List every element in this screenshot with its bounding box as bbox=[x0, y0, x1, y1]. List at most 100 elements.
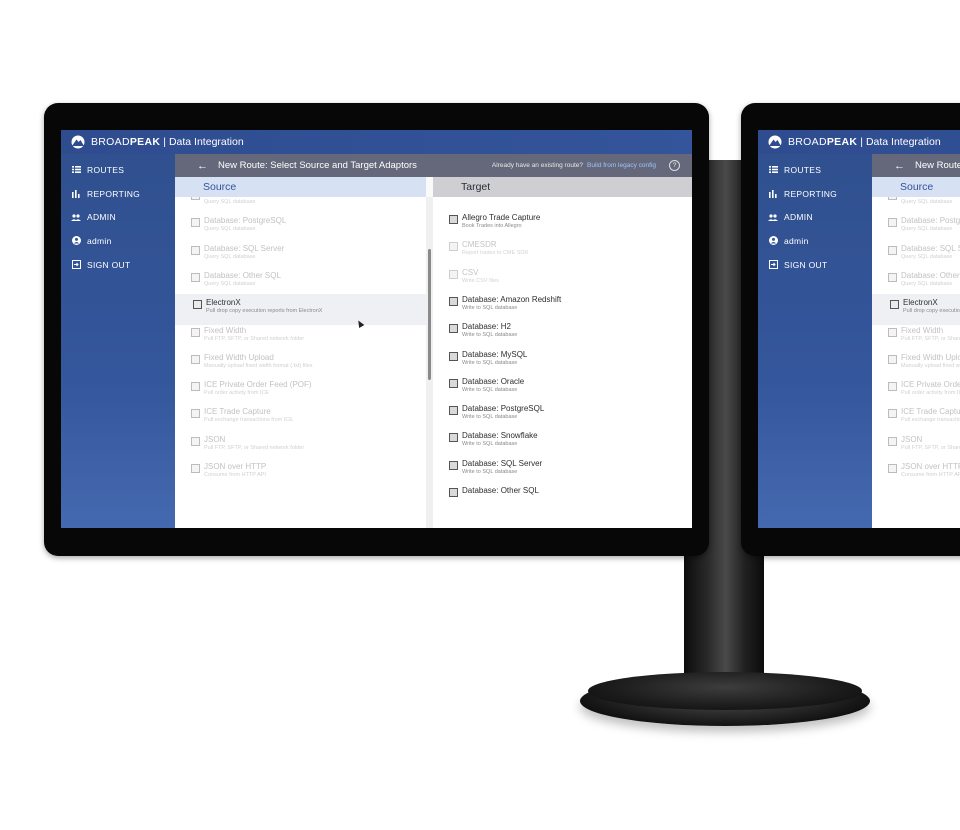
back-arrow-icon[interactable]: ← bbox=[894, 160, 905, 172]
checkbox[interactable] bbox=[191, 197, 200, 200]
source-adaptor-item[interactable]: ElectronXPull drop copy execution report… bbox=[872, 294, 960, 326]
user-circle-icon bbox=[766, 236, 780, 246]
checkbox[interactable] bbox=[449, 269, 458, 279]
source-scrollbar[interactable] bbox=[428, 249, 431, 380]
checkbox[interactable] bbox=[191, 436, 200, 446]
target-adaptor-item[interactable]: CMESDR Report trades to CME SDR bbox=[449, 240, 692, 264]
source-adaptor-item[interactable]: Database: PostgreSQLQuery SQL database bbox=[888, 216, 960, 240]
checkbox[interactable] bbox=[888, 409, 897, 419]
checkbox[interactable] bbox=[888, 197, 897, 200]
source-adaptor-item[interactable]: JSONPull FTP, SFTP, or Shared network fo… bbox=[888, 435, 960, 459]
target-column-header: Target bbox=[433, 177, 692, 197]
sidebar-item-admin[interactable]: ADMIN bbox=[758, 205, 872, 229]
checkbox[interactable] bbox=[191, 272, 200, 282]
checkbox[interactable] bbox=[191, 409, 200, 419]
source-list[interactable]: Database: OracleQuery SQL database Databa… bbox=[872, 197, 960, 528]
checkbox[interactable] bbox=[888, 382, 897, 392]
target-adaptor-item[interactable]: Database: PostgreSQL Write to SQL databas… bbox=[449, 404, 692, 428]
app-screen: BROADPEAK | Data Integration ROUTES REPO… bbox=[61, 130, 692, 528]
sidebar-item-label: REPORTING bbox=[87, 188, 141, 199]
checkbox[interactable] bbox=[191, 382, 200, 392]
source-adaptor-item[interactable]: Fixed Width UploadManually upload fixed … bbox=[191, 353, 426, 377]
target-adaptor-item[interactable]: Database: Oracle Write to SQL database bbox=[449, 377, 692, 401]
checkbox[interactable] bbox=[888, 218, 897, 228]
checkbox[interactable] bbox=[193, 300, 202, 310]
source-list[interactable]: Database: OracleQuery SQL database Databa… bbox=[175, 197, 426, 528]
source-adaptor-item[interactable]: ElectronXPull drop copy execution report… bbox=[175, 294, 426, 326]
adaptor-title: ICE Private Order Feed (POF) bbox=[204, 380, 312, 390]
adaptor-subtitle: Query SQL database bbox=[901, 226, 953, 233]
checkbox[interactable] bbox=[449, 351, 458, 361]
checkbox[interactable] bbox=[191, 464, 200, 473]
help-icon[interactable]: ? bbox=[669, 160, 680, 171]
sidebar-item-routes[interactable]: ROUTES bbox=[758, 158, 872, 182]
source-adaptor-item[interactable]: JSON over HTTP Consume from HTTP API bbox=[191, 462, 426, 486]
target-adaptor-item[interactable]: Database: Other SQL bbox=[449, 486, 692, 510]
source-adaptor-item[interactable]: Database: SQL ServerQuery SQL database bbox=[191, 244, 426, 268]
checkbox[interactable] bbox=[191, 354, 200, 364]
sidebar-item-reporting[interactable]: REPORTING bbox=[758, 182, 872, 206]
source-adaptor-item[interactable]: ICE Trade CapturePull exchange transacti… bbox=[888, 407, 960, 431]
checkbox[interactable] bbox=[888, 464, 897, 473]
adaptor-subtitle: Query SQL database bbox=[901, 199, 953, 205]
brand-separator: | bbox=[860, 136, 863, 148]
checkbox[interactable] bbox=[449, 215, 458, 224]
target-adaptor-item[interactable]: Database: Amazon Redshift Write to SQL da… bbox=[449, 295, 692, 319]
checkbox[interactable] bbox=[449, 378, 458, 388]
mountain-logo-icon bbox=[766, 135, 784, 149]
checkbox[interactable] bbox=[191, 218, 200, 228]
adaptor-subtitle: Query SQL database bbox=[204, 280, 256, 287]
source-adaptor-item[interactable]: ICE Private Order Feed (POF)Pull order a… bbox=[888, 380, 960, 404]
checkbox[interactable] bbox=[888, 245, 897, 255]
checkbox[interactable] bbox=[449, 296, 458, 306]
adaptor-subtitle: Write to SQL database bbox=[462, 359, 518, 366]
source-adaptor-item[interactable]: JSON over HTTP Consume from HTTP API bbox=[888, 462, 960, 486]
target-adaptor-item[interactable]: CSV Write CSV files bbox=[449, 268, 692, 292]
sidebar-item-routes[interactable]: ROUTES bbox=[61, 158, 175, 182]
target-adaptor-item[interactable]: Database: MySQL Write to SQL database bbox=[449, 350, 692, 374]
source-adaptor-item[interactable]: ICE Private Order Feed (POF)Pull order a… bbox=[191, 380, 426, 404]
source-adaptor-item[interactable]: JSONPull FTP, SFTP, or Shared network fo… bbox=[191, 435, 426, 459]
checkbox[interactable] bbox=[449, 433, 458, 443]
checkbox[interactable] bbox=[449, 460, 458, 470]
checkbox[interactable] bbox=[191, 245, 200, 255]
source-adaptor-item[interactable]: Database: Other SQLQuery SQL database bbox=[888, 271, 960, 295]
back-arrow-icon[interactable]: ← bbox=[197, 160, 208, 172]
source-adaptor-item[interactable]: Fixed WidthPull FTP, SFTP, or Shared net… bbox=[191, 326, 426, 350]
target-adaptor-item[interactable]: Allegro Trade Capture Book Trades into Al… bbox=[449, 213, 692, 237]
target-adaptor-item[interactable]: Database: H2 Write to SQL database bbox=[449, 322, 692, 346]
brand-name: BROADPEAK bbox=[91, 136, 161, 148]
sidebar-item-sign-out[interactable]: SIGN OUT bbox=[758, 253, 872, 277]
source-adaptor-item[interactable]: Fixed WidthPull FTP, SFTP, or Shared net… bbox=[888, 326, 960, 350]
sidebar-item-reporting[interactable]: REPORTING bbox=[61, 182, 175, 206]
sidebar-item-admin[interactable]: ADMIN bbox=[61, 205, 175, 229]
source-adaptor-item[interactable]: Database: OracleQuery SQL database bbox=[191, 197, 426, 213]
checkbox[interactable] bbox=[888, 272, 897, 282]
checkbox[interactable] bbox=[449, 406, 458, 416]
adaptor-title: Database: PostgreSQL bbox=[901, 216, 960, 226]
source-adaptor-item[interactable]: Database: OracleQuery SQL database bbox=[888, 197, 960, 213]
source-adaptor-item[interactable]: Fixed Width UploadManually upload fixed … bbox=[888, 353, 960, 377]
target-list[interactable]: Allegro Trade Capture Book Trades into Al… bbox=[433, 197, 692, 528]
checkbox[interactable] bbox=[890, 300, 899, 310]
adaptor-subtitle: Write to SQL database bbox=[462, 386, 518, 393]
checkbox[interactable] bbox=[888, 327, 897, 337]
target-adaptor-item[interactable]: Database: SQL Server Write to SQL databas… bbox=[449, 459, 692, 483]
checkbox[interactable] bbox=[888, 354, 897, 364]
sidebar-item-user[interactable]: admin bbox=[61, 229, 175, 253]
users-icon bbox=[69, 214, 83, 221]
source-adaptor-item[interactable]: ICE Trade CapturePull exchange transacti… bbox=[191, 407, 426, 431]
sidebar-item-sign-out[interactable]: SIGN OUT bbox=[61, 253, 175, 277]
source-adaptor-item[interactable]: Database: PostgreSQLQuery SQL database bbox=[191, 216, 426, 240]
target-adaptor-item[interactable]: Database: Snowflake Write to SQL database bbox=[449, 431, 692, 455]
checkbox[interactable] bbox=[449, 324, 458, 334]
checkbox[interactable] bbox=[888, 436, 897, 446]
checkbox[interactable] bbox=[449, 242, 458, 252]
checkbox[interactable] bbox=[449, 488, 458, 497]
build-from-legacy-config-link[interactable]: Build from legacy config bbox=[587, 162, 656, 169]
source-adaptor-item[interactable]: Database: SQL ServerQuery SQL database bbox=[888, 244, 960, 268]
source-adaptor-item[interactable]: Database: Other SQLQuery SQL database bbox=[191, 271, 426, 295]
sidebar-item-user[interactable]: admin bbox=[758, 229, 872, 253]
adaptor-subtitle: Report trades to CME SDR bbox=[462, 250, 529, 257]
checkbox[interactable] bbox=[191, 327, 200, 337]
